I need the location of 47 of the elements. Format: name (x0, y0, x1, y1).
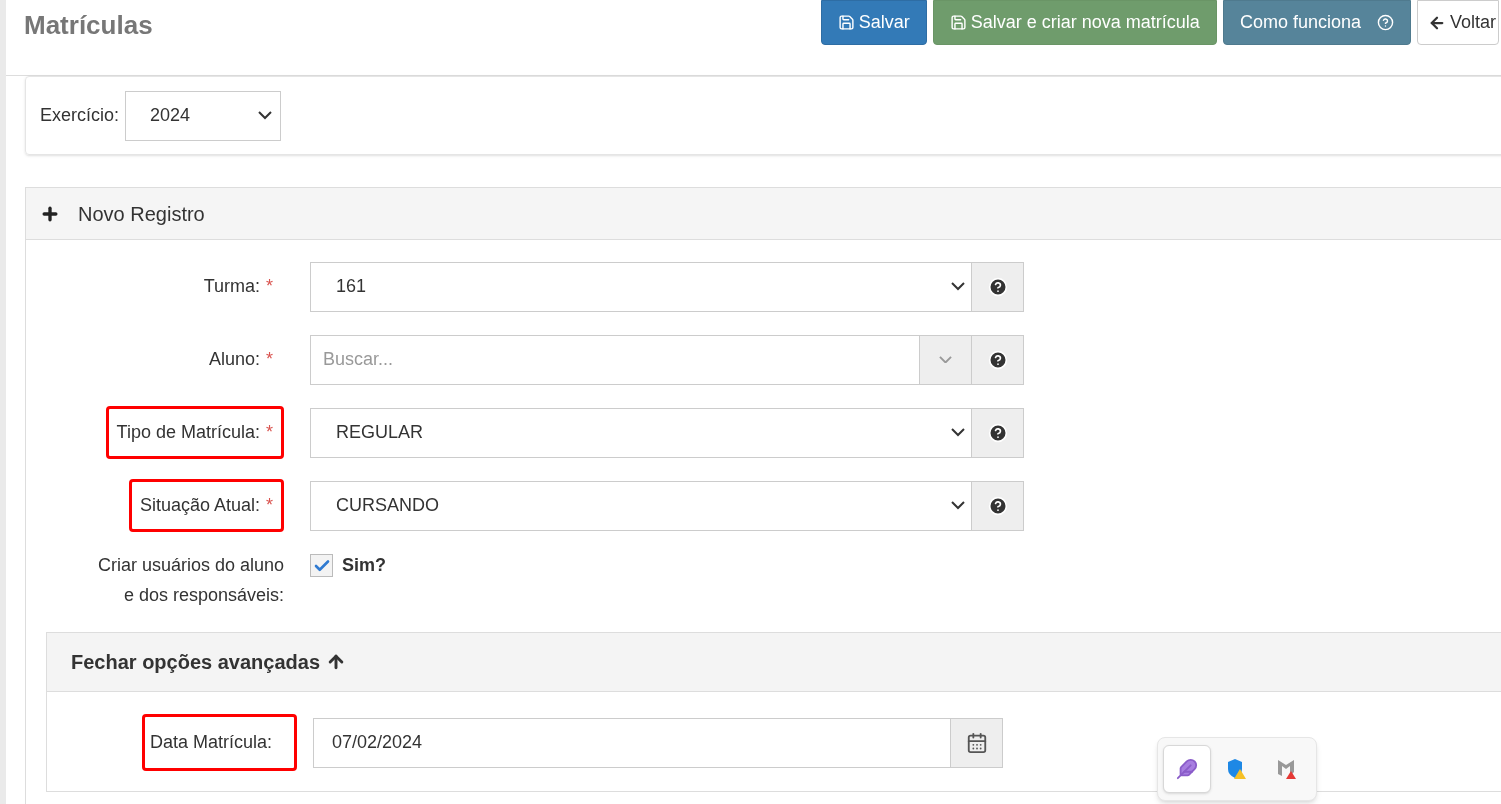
select-field[interactable]: 161 (310, 261, 972, 312)
field-label: Situação Atual: * (128, 479, 284, 532)
field-label: Data Matrícula: (141, 714, 297, 771)
calendar-icon (965, 731, 988, 754)
field-label: Tipo de Matrícula: * (105, 406, 284, 459)
advanced-toggle[interactable]: Fechar opções avançadas (47, 633, 1501, 692)
year-select[interactable]: 2024 (125, 90, 282, 141)
panel-title: Novo Registro (78, 201, 205, 227)
date-field[interactable]: 07/02/2024 (313, 717, 951, 768)
chevron-down-icon (939, 355, 952, 364)
field-label: Criar usuários do aluno (97, 554, 284, 577)
chevron-down-icon (258, 111, 273, 120)
help-icon (987, 276, 1008, 297)
chevron-down-icon (951, 282, 965, 291)
help-icon (987, 349, 1008, 370)
tray-item[interactable] (1163, 745, 1211, 793)
m-warning-icon (1276, 758, 1298, 780)
save-button[interactable]: Salvar (820, 0, 927, 45)
help-button[interactable]: Como funciona (1222, 0, 1411, 45)
calendar-button[interactable] (951, 717, 1003, 768)
feather-icon (1176, 758, 1198, 780)
required-mark: * (266, 495, 273, 515)
field-label: Aluno: * (207, 348, 274, 371)
help-button[interactable] (972, 334, 1024, 385)
back-button[interactable]: Voltar (1416, 0, 1499, 45)
help-icon (1376, 14, 1394, 31)
select-field[interactable]: CURSANDO (310, 480, 972, 531)
checkbox[interactable] (310, 554, 333, 577)
help-icon (987, 495, 1008, 516)
help-icon (987, 422, 1008, 443)
checkbox-label: Sim? (342, 554, 386, 577)
page-title: Matrículas (24, 9, 153, 42)
required-mark: * (266, 349, 273, 369)
help-button[interactable] (972, 261, 1024, 312)
filter-label: Exercício: (40, 104, 120, 127)
chevron-down-icon (951, 428, 965, 437)
help-button[interactable] (972, 480, 1024, 531)
chevron-down-icon (951, 501, 965, 510)
search-select[interactable]: Buscar... (310, 334, 972, 385)
shield-warning-icon (1226, 758, 1248, 780)
help-button[interactable] (972, 407, 1024, 458)
select-field[interactable]: REGULAR (310, 407, 972, 458)
search-input[interactable]: Buscar... (311, 346, 919, 373)
field-label: Turma: * (202, 275, 274, 298)
field-label: e dos responsáveis: (123, 584, 284, 607)
required-mark: * (266, 276, 273, 296)
required-mark: * (266, 422, 273, 442)
